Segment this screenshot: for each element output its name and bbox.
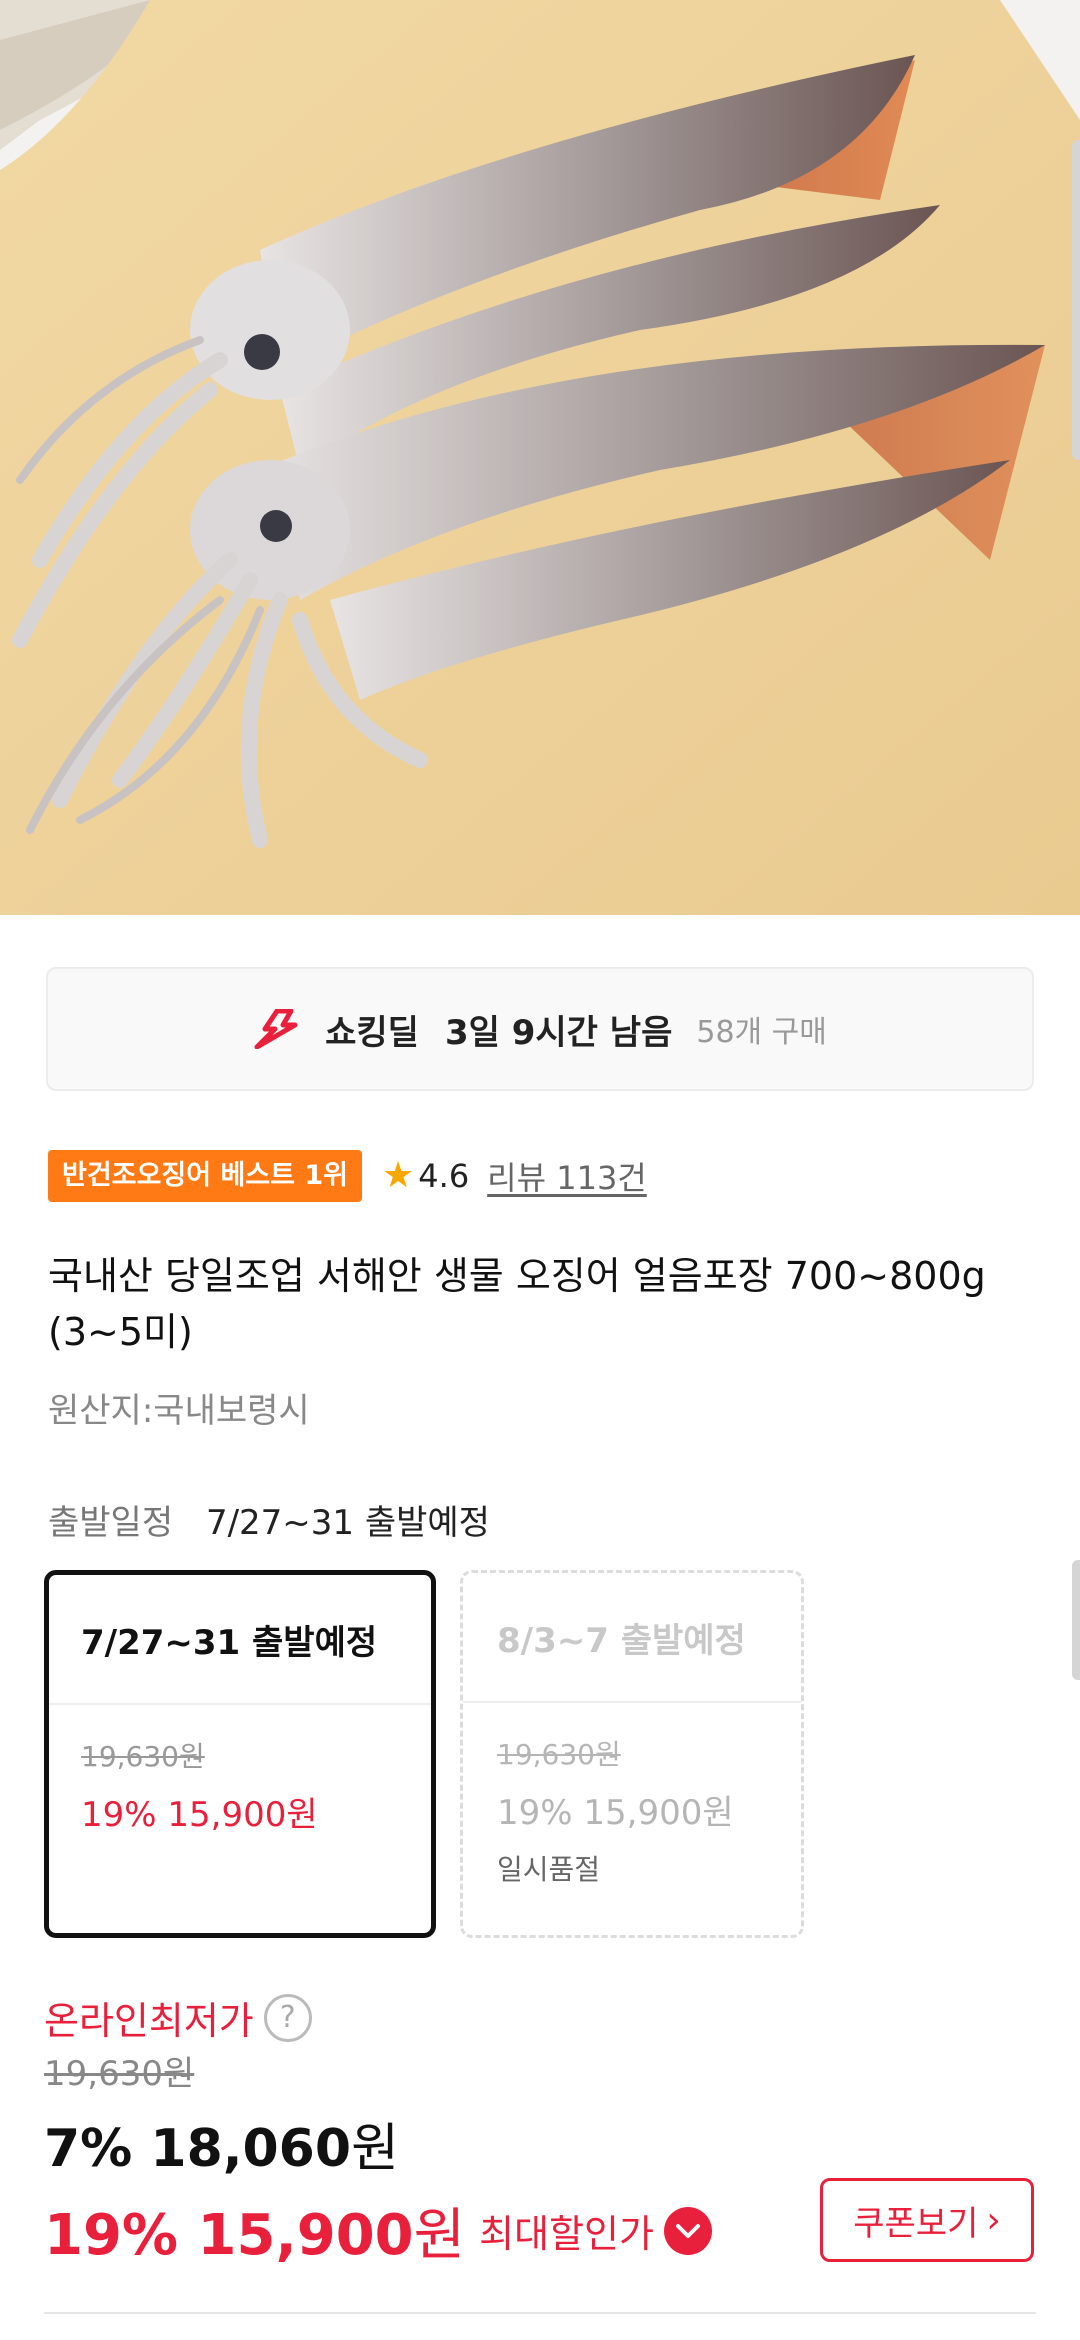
squid-photo [0,0,1080,915]
option-sale-price: 19% 15,900원 [81,1795,318,1835]
option-status: 일시품절 [497,1853,601,1886]
option-sale-price: 19% 15,900원 [497,1793,734,1833]
discount-price-value: 7% 18,060 [44,2119,352,2179]
star-icon: ★ [382,1155,415,1196]
currency-unit: 원 [351,2119,399,2179]
deal-purchase-count: 58개 구매 [696,1015,827,1050]
option-title: 8/3~7 출발예정 [463,1573,801,1703]
currency-unit: 원 [413,2203,466,2268]
option-original-price: 19,630원 [497,1738,621,1771]
divider [44,2312,1036,2314]
lowest-price-label: 온라인최저가 [44,1999,254,2043]
discount-price: 7% 18,060원 [44,2106,399,2181]
shocking-deal-bolt-icon [254,1009,298,1049]
chevron-right-icon: › [986,2199,1001,2241]
help-icon[interactable]: ? [263,1993,312,2042]
lowest-price-row: 온라인최저가 ? [44,1990,312,2045]
departure-option-soldout[interactable]: 8/3~7 출발예정 19,630원 19% 15,900원 일시품절 [460,1570,804,1938]
option-original-price: 19,630원 [81,1740,205,1773]
scroll-handle-top[interactable] [1072,140,1080,460]
departure-option-selected[interactable]: 7/27~31 출발예정 19,630원 19% 15,900원 [44,1570,436,1938]
max-discount-label: 최대할인가 [479,2212,654,2256]
deal-title: 쇼킹딜 [325,1012,419,1053]
badge-row: 반건조오징어 베스트 1위 ★ 4.6 리뷰 113건 [48,1150,647,1202]
best-price-row: 19% 15,900원 최대할인가 [44,2190,712,2271]
product-origin: 원산지:국내보령시 [48,1391,310,1431]
review-link[interactable]: 리뷰 113건 [487,1153,647,1199]
option-title: 7/27~31 출발예정 [49,1575,431,1705]
scroll-handle-mid[interactable] [1072,1560,1080,1680]
chevron-down-icon[interactable] [663,2206,712,2255]
coupon-label: 쿠폰보기 [853,2203,979,2244]
departure-schedule: 출발일정 7/27~31 출발예정 [48,1495,490,1544]
coupon-button[interactable]: 쿠폰보기 › [820,2178,1034,2262]
deal-time-left: 3일 9시간 남음 [444,1012,673,1053]
shocking-deal-bar[interactable]: 쇼킹딜 3일 9시간 남음 58개 구매 [46,967,1034,1091]
product-image[interactable] [0,0,1080,915]
best-price-value: 19% 15,900 [44,2203,414,2268]
rating-value: 4.6 [418,1157,470,1195]
product-title: 국내산 당일조업 서해안 생물 오징어 얼음포장 700~800g (3~5미) [48,1254,986,1354]
best-rank-badge[interactable]: 반건조오징어 베스트 1위 [48,1150,362,1202]
departure-selected: 7/27~31 출발예정 [205,1503,490,1543]
original-price: 19,630원 [44,2054,195,2094]
departure-label: 출발일정 [48,1503,174,1543]
best-price: 19% 15,900원 [44,2190,465,2271]
